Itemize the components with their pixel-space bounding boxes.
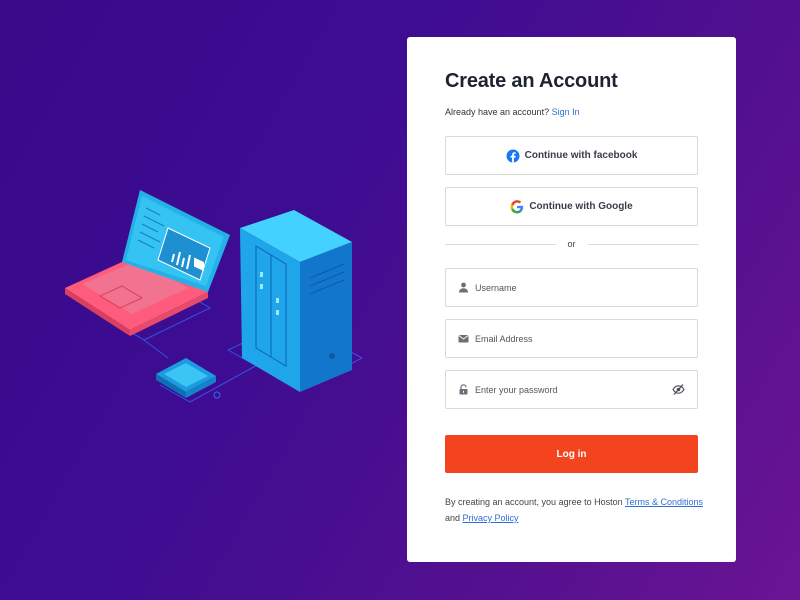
sign-in-prompt: Already have an account? Sign In <box>445 107 698 117</box>
or-divider: or <box>445 239 699 249</box>
email-input[interactable] <box>475 333 685 344</box>
google-button-label: Continue with Google <box>529 201 633 212</box>
have-account-text: Already have an account? <box>445 107 550 117</box>
divider-line-left <box>445 243 556 245</box>
envelope-icon <box>458 333 469 344</box>
password-field[interactable] <box>445 370 698 409</box>
username-field[interactable] <box>445 268 698 307</box>
divider-line-right <box>587 243 699 245</box>
terms-prefix: By creating an account, you agree to Hos… <box>445 497 623 507</box>
facebook-button-label: Continue with facebook <box>524 150 638 161</box>
terms-and-text: and <box>445 513 461 523</box>
signup-card: Create an Account Already have an accoun… <box>407 37 736 562</box>
login-button[interactable]: Log in <box>445 435 698 473</box>
sign-in-link[interactable]: Sign In <box>552 107 580 117</box>
password-input[interactable] <box>475 384 672 395</box>
terms-text: By creating an account, you agree to Hos… <box>445 494 705 526</box>
hero-illustration <box>60 180 370 410</box>
lock-icon <box>458 384 469 395</box>
email-field[interactable] <box>445 319 698 358</box>
user-icon <box>458 282 469 293</box>
username-input[interactable] <box>475 282 685 293</box>
facebook-icon <box>506 149 520 163</box>
continue-with-google-button[interactable]: Continue with Google <box>445 187 698 226</box>
google-icon <box>510 199 524 214</box>
terms-conditions-link[interactable]: Terms & Conditions <box>625 497 703 507</box>
privacy-policy-link[interactable]: Privacy Policy <box>463 513 519 523</box>
page-title: Create an Account <box>445 70 618 92</box>
divider-text: or <box>567 239 576 249</box>
laptop-server-illustration <box>65 190 364 403</box>
eye-slash-icon[interactable] <box>672 383 685 396</box>
continue-with-facebook-button[interactable]: Continue with facebook <box>445 136 698 175</box>
